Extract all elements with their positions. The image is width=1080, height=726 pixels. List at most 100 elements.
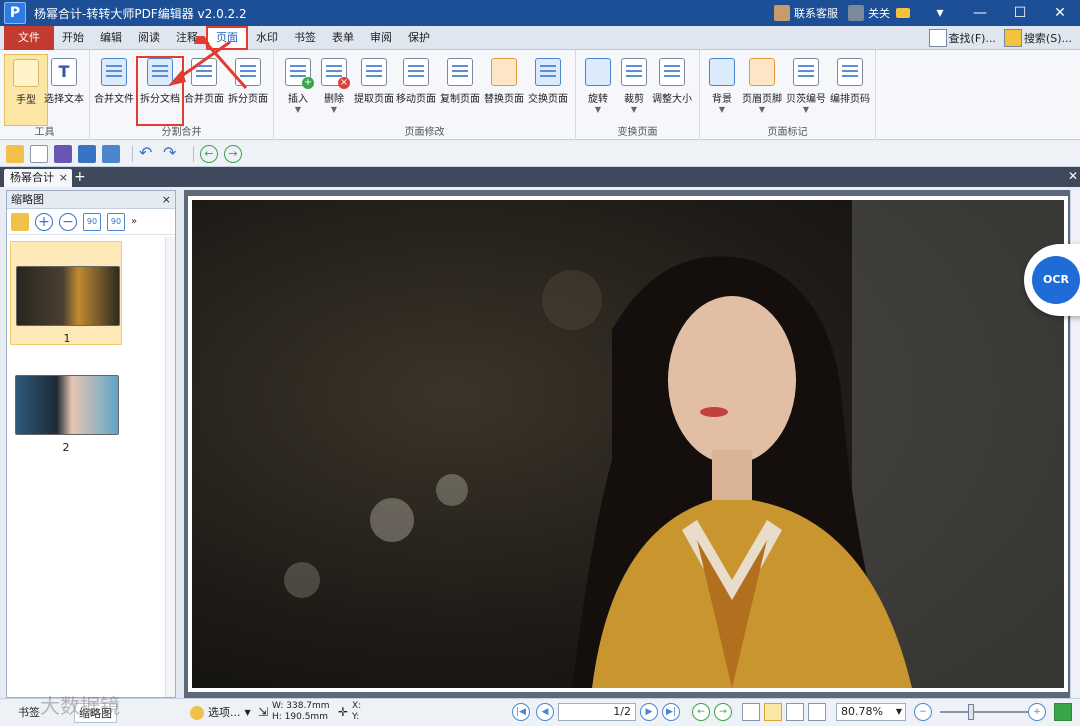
options-dropdown[interactable]: 选项... ▼ [186,703,255,723]
header-footer-button[interactable]: 页眉页脚 ▼ [740,58,784,114]
status-bar: 书签 缩略图 选项... ▼ ⇲ W: 338.7mm H: 190.5mm ✛… [0,698,1080,726]
replace-page-button[interactable]: 替换页面 [482,58,526,105]
rotate-left-icon[interactable]: 90 [83,212,101,231]
group-label-split-merge: 分割合并 [161,127,202,138]
first-page-button[interactable]: |◀ [512,703,530,721]
new-doc-icon[interactable] [30,144,48,163]
two-page-continuous-layout-icon[interactable] [808,703,826,721]
back-icon[interactable]: ← [200,144,218,163]
prev-page-button[interactable]: ◀ [536,703,554,721]
thumbnail-number-1: 1 [63,332,71,345]
find-button[interactable]: 查找(F)... [928,29,996,47]
crop-dropdown-icon[interactable]: ▼ [612,105,656,114]
menu-file[interactable]: 文件 [4,25,54,50]
thumbnail-settings-icon[interactable] [11,212,29,231]
cursor-position-readout: X: Y: [352,701,361,723]
menu-start[interactable]: 开始 [54,26,92,50]
panel-splitter[interactable] [176,190,184,698]
thumbnail-page-1[interactable]: 1 [10,241,122,345]
thumbnail-scrollbar[interactable] [165,237,175,697]
document-view[interactable] [184,190,1070,698]
zoom-in-button[interactable]: + [1028,703,1046,721]
history-back-button[interactable]: ← [692,703,710,721]
next-page-button[interactable]: ▶ [640,703,658,721]
zoom-select[interactable]: 80.78% ▼ [836,703,906,721]
menu-edit[interactable]: 编辑 [92,26,130,50]
zoom-out-button[interactable]: − [914,703,932,721]
menu-read[interactable]: 阅读 [130,26,168,50]
zoom-in-icon[interactable]: + [35,212,53,231]
user-account[interactable]: 关关 [848,5,910,21]
more-tools-icon[interactable]: » [131,216,137,227]
scan-icon[interactable] [102,144,120,163]
bates-dropdown-icon[interactable]: ▼ [784,105,828,114]
history-forward-button[interactable]: → [714,703,732,721]
menu-dropdown-button[interactable]: ▾ [920,0,960,26]
split-doc-button[interactable]: 拆分文档 [136,56,184,126]
redo-icon[interactable]: ↷ [163,144,181,163]
undo-icon[interactable]: ↶ [139,144,157,163]
merge-page-button[interactable]: 合并页面 [182,58,226,105]
split-page-label: 拆分页面 [228,94,268,105]
split-page-icon [235,58,261,86]
document-tab[interactable]: 杨幂合计 × [4,169,72,187]
continuous-layout-icon[interactable] [764,703,782,721]
maximize-button[interactable]: ☐ [1000,0,1040,26]
extract-icon [361,58,387,86]
copy-page-label: 复制页面 [440,94,480,105]
menu-watermark[interactable]: 水印 [248,26,286,50]
new-tab-icon[interactable]: + [74,169,86,185]
menu-review[interactable]: 审阅 [362,26,400,50]
merge-file-button[interactable]: 合并文件 [92,58,136,105]
bates-number-button[interactable]: 贝茨编号 ▼ [784,58,828,114]
zoom-out-icon[interactable]: − [59,212,77,231]
background-dropdown-icon[interactable]: ▼ [700,105,744,114]
zoom-slider-track[interactable] [940,711,1032,713]
split-page-button[interactable]: 拆分页面 [226,58,270,105]
last-page-button[interactable]: ▶| [662,703,680,721]
print-icon[interactable] [78,144,96,163]
zoom-chevron-down-icon: ▼ [895,707,902,716]
close-button[interactable]: ✕ [1040,0,1080,26]
background-button[interactable]: 背景 ▼ [700,58,744,114]
delete-button[interactable]: 删除 ▼ [312,58,356,114]
extract-page-button[interactable]: 提取页面 [352,58,396,105]
page-height-readout: H: 190.5mm [272,712,328,722]
menu-annotate[interactable]: 注释 [168,26,206,50]
close-all-tabs-icon[interactable]: ✕ [1068,169,1078,183]
background-icon [709,58,735,86]
delete-dropdown-icon[interactable]: ▼ [312,105,356,114]
thumbnail-number-2: 2 [62,441,70,454]
page-number-input[interactable]: 1/2 [558,703,636,721]
menu-page[interactable]: 页面 [206,25,248,50]
copy-page-button[interactable]: 复制页面 [438,58,482,105]
select-text-button[interactable]: T 选择文本 [42,58,86,105]
rotate-right-icon[interactable]: 90 [107,212,125,231]
fit-page-icon[interactable] [1054,703,1072,721]
two-page-layout-icon[interactable] [786,703,804,721]
forward-icon[interactable]: → [224,144,242,163]
save-icon[interactable] [54,144,72,163]
thumbnail-page-2[interactable] [15,375,119,435]
minimize-button[interactable]: — [960,0,1000,26]
swap-page-button[interactable]: 交换页面 [526,58,570,105]
search-button[interactable]: 搜索(S)... [1003,29,1072,47]
open-folder-icon[interactable] [6,144,24,163]
resize-button[interactable]: 调整大小 [650,58,694,105]
tab-close-icon[interactable]: × [59,169,68,187]
move-page-button[interactable]: 移动页面 [394,58,438,105]
single-page-layout-icon[interactable] [742,703,760,721]
contact-service-link[interactable]: 联系客服 [774,5,838,21]
thumbnail-panel-close-icon[interactable]: × [162,191,171,209]
search-icon [1003,29,1022,47]
zoom-slider-handle[interactable] [968,704,974,720]
menu-protect[interactable]: 保护 [400,26,438,50]
contact-label: 联系客服 [794,7,838,20]
menu-bookmark[interactable]: 书签 [286,26,324,50]
group-page-modify: 插入 ▼ 删除 ▼ 提取页面 移动页面 复制页面 替换页面 交换页面 页面修改 [274,50,576,140]
window-title: 杨幂合计-转转大师PDF编辑器 v2.0.2.2 [34,6,247,21]
menu-form[interactable]: 表单 [324,26,362,50]
cursor-x-readout: X: [352,701,362,711]
header-footer-dropdown-icon[interactable]: ▼ [740,105,784,114]
page-number-button[interactable]: 编排页码 [828,58,872,105]
